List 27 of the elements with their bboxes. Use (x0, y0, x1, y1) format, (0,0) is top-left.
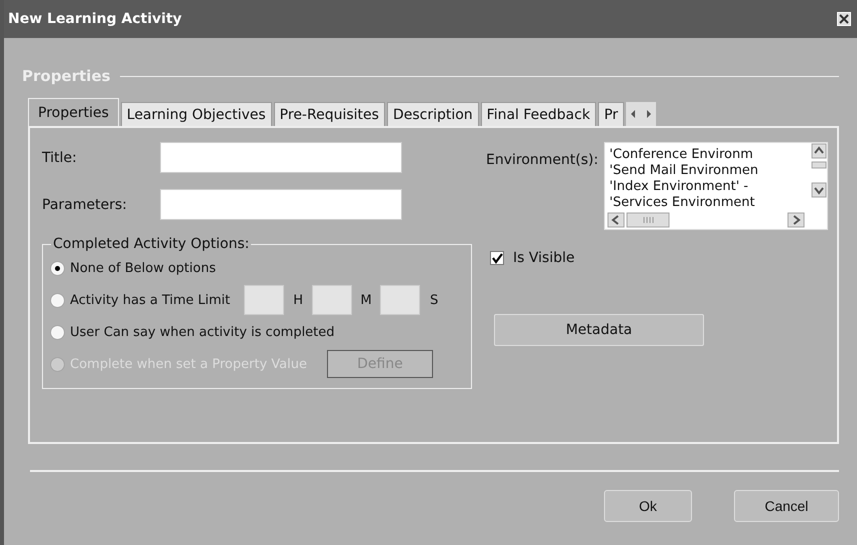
list-item[interactable]: 'Conference Environm (609, 147, 812, 163)
dialog-button[interactable]: Ok (604, 490, 692, 522)
window-title: New Learning Activity (8, 11, 182, 27)
tab[interactable]: Pr (598, 102, 624, 126)
option-label: None of Below options (70, 260, 216, 276)
environments-list[interactable]: 'Conference Environm 'Send Mail Environmen 'Index Environment' - 'Services Environment (604, 142, 828, 230)
list-item[interactable]: 'Index Environment' - (609, 179, 812, 195)
section-title: Properties (22, 67, 110, 85)
unit-label: M (360, 292, 373, 308)
checkbox-label: Is Visible (513, 250, 575, 266)
tab[interactable]: Description (386, 102, 479, 126)
list-item[interactable]: 'Services Environment (609, 195, 812, 211)
environments-label: Environment(s): (486, 152, 598, 168)
group-legend: Completed Activity Options: (51, 236, 252, 252)
list-item[interactable]: 'Send Mail Environmen (609, 163, 812, 179)
metadata-button[interactable]: Metadata (494, 314, 704, 346)
tab[interactable]: Final Feedback (480, 102, 596, 126)
option-label: Activity has a Time Limit (70, 292, 230, 308)
tab[interactable]: Pre-Requisites (274, 102, 385, 126)
dialog-button[interactable]: Cancel (734, 490, 839, 522)
option-label: User Can say when activity is completed (70, 324, 335, 340)
unit-label: S (429, 292, 440, 308)
tab[interactable]: Properties (28, 98, 119, 126)
field-label: Title: (42, 150, 78, 166)
tab[interactable]: Learning Objectives (120, 102, 272, 126)
field-label: Parameters: (42, 196, 128, 212)
unit-label: H (292, 292, 304, 308)
